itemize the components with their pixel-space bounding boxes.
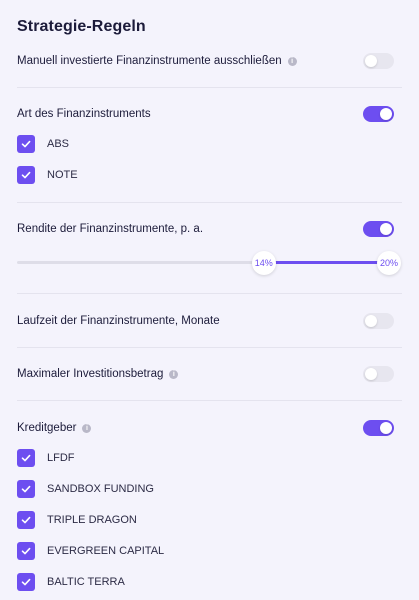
checkbox[interactable] (17, 449, 35, 467)
page-title: Strategie-Regeln (17, 18, 146, 35)
checkbox-label: LFDF (47, 452, 75, 464)
checkbox[interactable] (17, 480, 35, 498)
divider (17, 202, 402, 203)
checkmark-icon (21, 171, 31, 179)
lenders-toggle[interactable] (363, 420, 394, 436)
rule-label: Manuell investierte Finanzinstrumente au… (17, 55, 282, 67)
checkmark-icon (21, 578, 31, 586)
yield-toggle[interactable] (363, 221, 394, 237)
rule-label: Kreditgeber (17, 422, 77, 434)
info-icon[interactable]: i (287, 56, 297, 66)
rule-max-investment: Maximaler Investitionsbetrag i (17, 364, 394, 384)
rule-label: Art des Finanzinstruments (17, 108, 151, 120)
toggle-knob (365, 368, 377, 380)
rule-term: Laufzeit der Finanzinstrumente, Monate (17, 311, 394, 331)
checkmark-icon (21, 516, 31, 524)
checkbox-item-lender[interactable]: SANDBOX FUNDING (17, 480, 154, 498)
rule-lenders: Kreditgeber i (17, 418, 394, 438)
checkbox-item-lender[interactable]: BALTIC TERRA (17, 573, 125, 591)
instrument-type-toggle[interactable] (363, 106, 394, 122)
rule-manual-exclusion: Manuell investierte Finanzinstrumente au… (17, 51, 394, 71)
rule-instrument-type: Art des Finanzinstruments (17, 104, 394, 124)
checkbox-label: NOTE (47, 169, 78, 181)
checkbox-item-lender[interactable]: LFDF (17, 449, 75, 467)
strategy-rules-panel: Strategie-Regeln Manuell investierte Fin… (0, 0, 419, 600)
checkbox[interactable] (17, 135, 35, 153)
toggle-knob (365, 55, 377, 67)
slider-fill (263, 261, 389, 264)
checkbox-item-lender[interactable]: TRIPLE DRAGON (17, 511, 137, 529)
checkbox-label: SANDBOX FUNDING (47, 483, 154, 495)
checkbox[interactable] (17, 542, 35, 560)
checkbox[interactable] (17, 511, 35, 529)
manual-exclusion-toggle[interactable] (363, 53, 394, 69)
toggle-knob (380, 422, 392, 434)
checkbox-item-note[interactable]: NOTE (17, 166, 78, 184)
checkbox[interactable] (17, 573, 35, 591)
toggle-knob (380, 108, 392, 120)
rule-label: Maximaler Investitionsbetrag (17, 368, 164, 380)
term-toggle[interactable] (363, 313, 394, 329)
rule-label: Rendite der Finanzinstrumente, p. a. (17, 223, 204, 235)
max-investment-toggle[interactable] (363, 366, 394, 382)
divider (17, 293, 402, 294)
checkmark-icon (21, 547, 31, 555)
rule-yield: Rendite der Finanzinstrumente, p. a. (17, 219, 394, 239)
checkmark-icon (21, 140, 31, 148)
divider (17, 400, 402, 401)
rule-label: Laufzeit der Finanzinstrumente, Monate (17, 315, 220, 327)
checkbox-label: TRIPLE DRAGON (47, 514, 137, 526)
checkbox-label: BALTIC TERRA (47, 576, 125, 588)
slider-thumb-max[interactable]: 20% (377, 251, 401, 275)
info-icon[interactable]: i (82, 423, 92, 433)
yield-range-slider[interactable]: 14% 20% (17, 251, 401, 275)
checkbox-label: EVERGREEN CAPITAL (47, 545, 165, 557)
divider (17, 87, 402, 88)
divider (17, 347, 402, 348)
info-icon[interactable]: i (169, 369, 179, 379)
checkmark-icon (21, 485, 31, 493)
checkbox-item-lender[interactable]: EVERGREEN CAPITAL (17, 542, 164, 560)
checkbox-label: ABS (47, 138, 70, 150)
toggle-knob (365, 315, 377, 327)
checkbox[interactable] (17, 166, 35, 184)
toggle-knob (380, 223, 392, 235)
checkmark-icon (21, 454, 31, 462)
checkbox-item-abs[interactable]: ABS (17, 135, 69, 153)
slider-thumb-min[interactable]: 14% (251, 251, 276, 275)
